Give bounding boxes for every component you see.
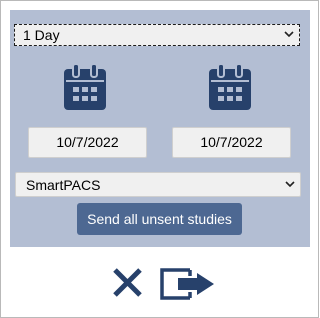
chevron-down-icon [284, 31, 294, 38]
period-select-value: 1 Day [23, 27, 60, 43]
period-select[interactable]: 1 Day [14, 24, 300, 46]
from-date-field[interactable]: 10/7/2022 [28, 127, 147, 158]
destination-select-value: SmartPACS [26, 177, 101, 193]
calendar-icon[interactable] [64, 64, 106, 110]
export-icon[interactable] [160, 264, 216, 302]
send-all-unsent-button[interactable]: Send all unsent studies [77, 203, 242, 235]
calendar-icon[interactable] [209, 64, 251, 110]
to-date-field[interactable]: 10/7/2022 [172, 127, 291, 158]
destination-select[interactable]: SmartPACS [15, 172, 301, 197]
chevron-down-icon [285, 181, 295, 188]
close-icon[interactable] [111, 266, 144, 299]
